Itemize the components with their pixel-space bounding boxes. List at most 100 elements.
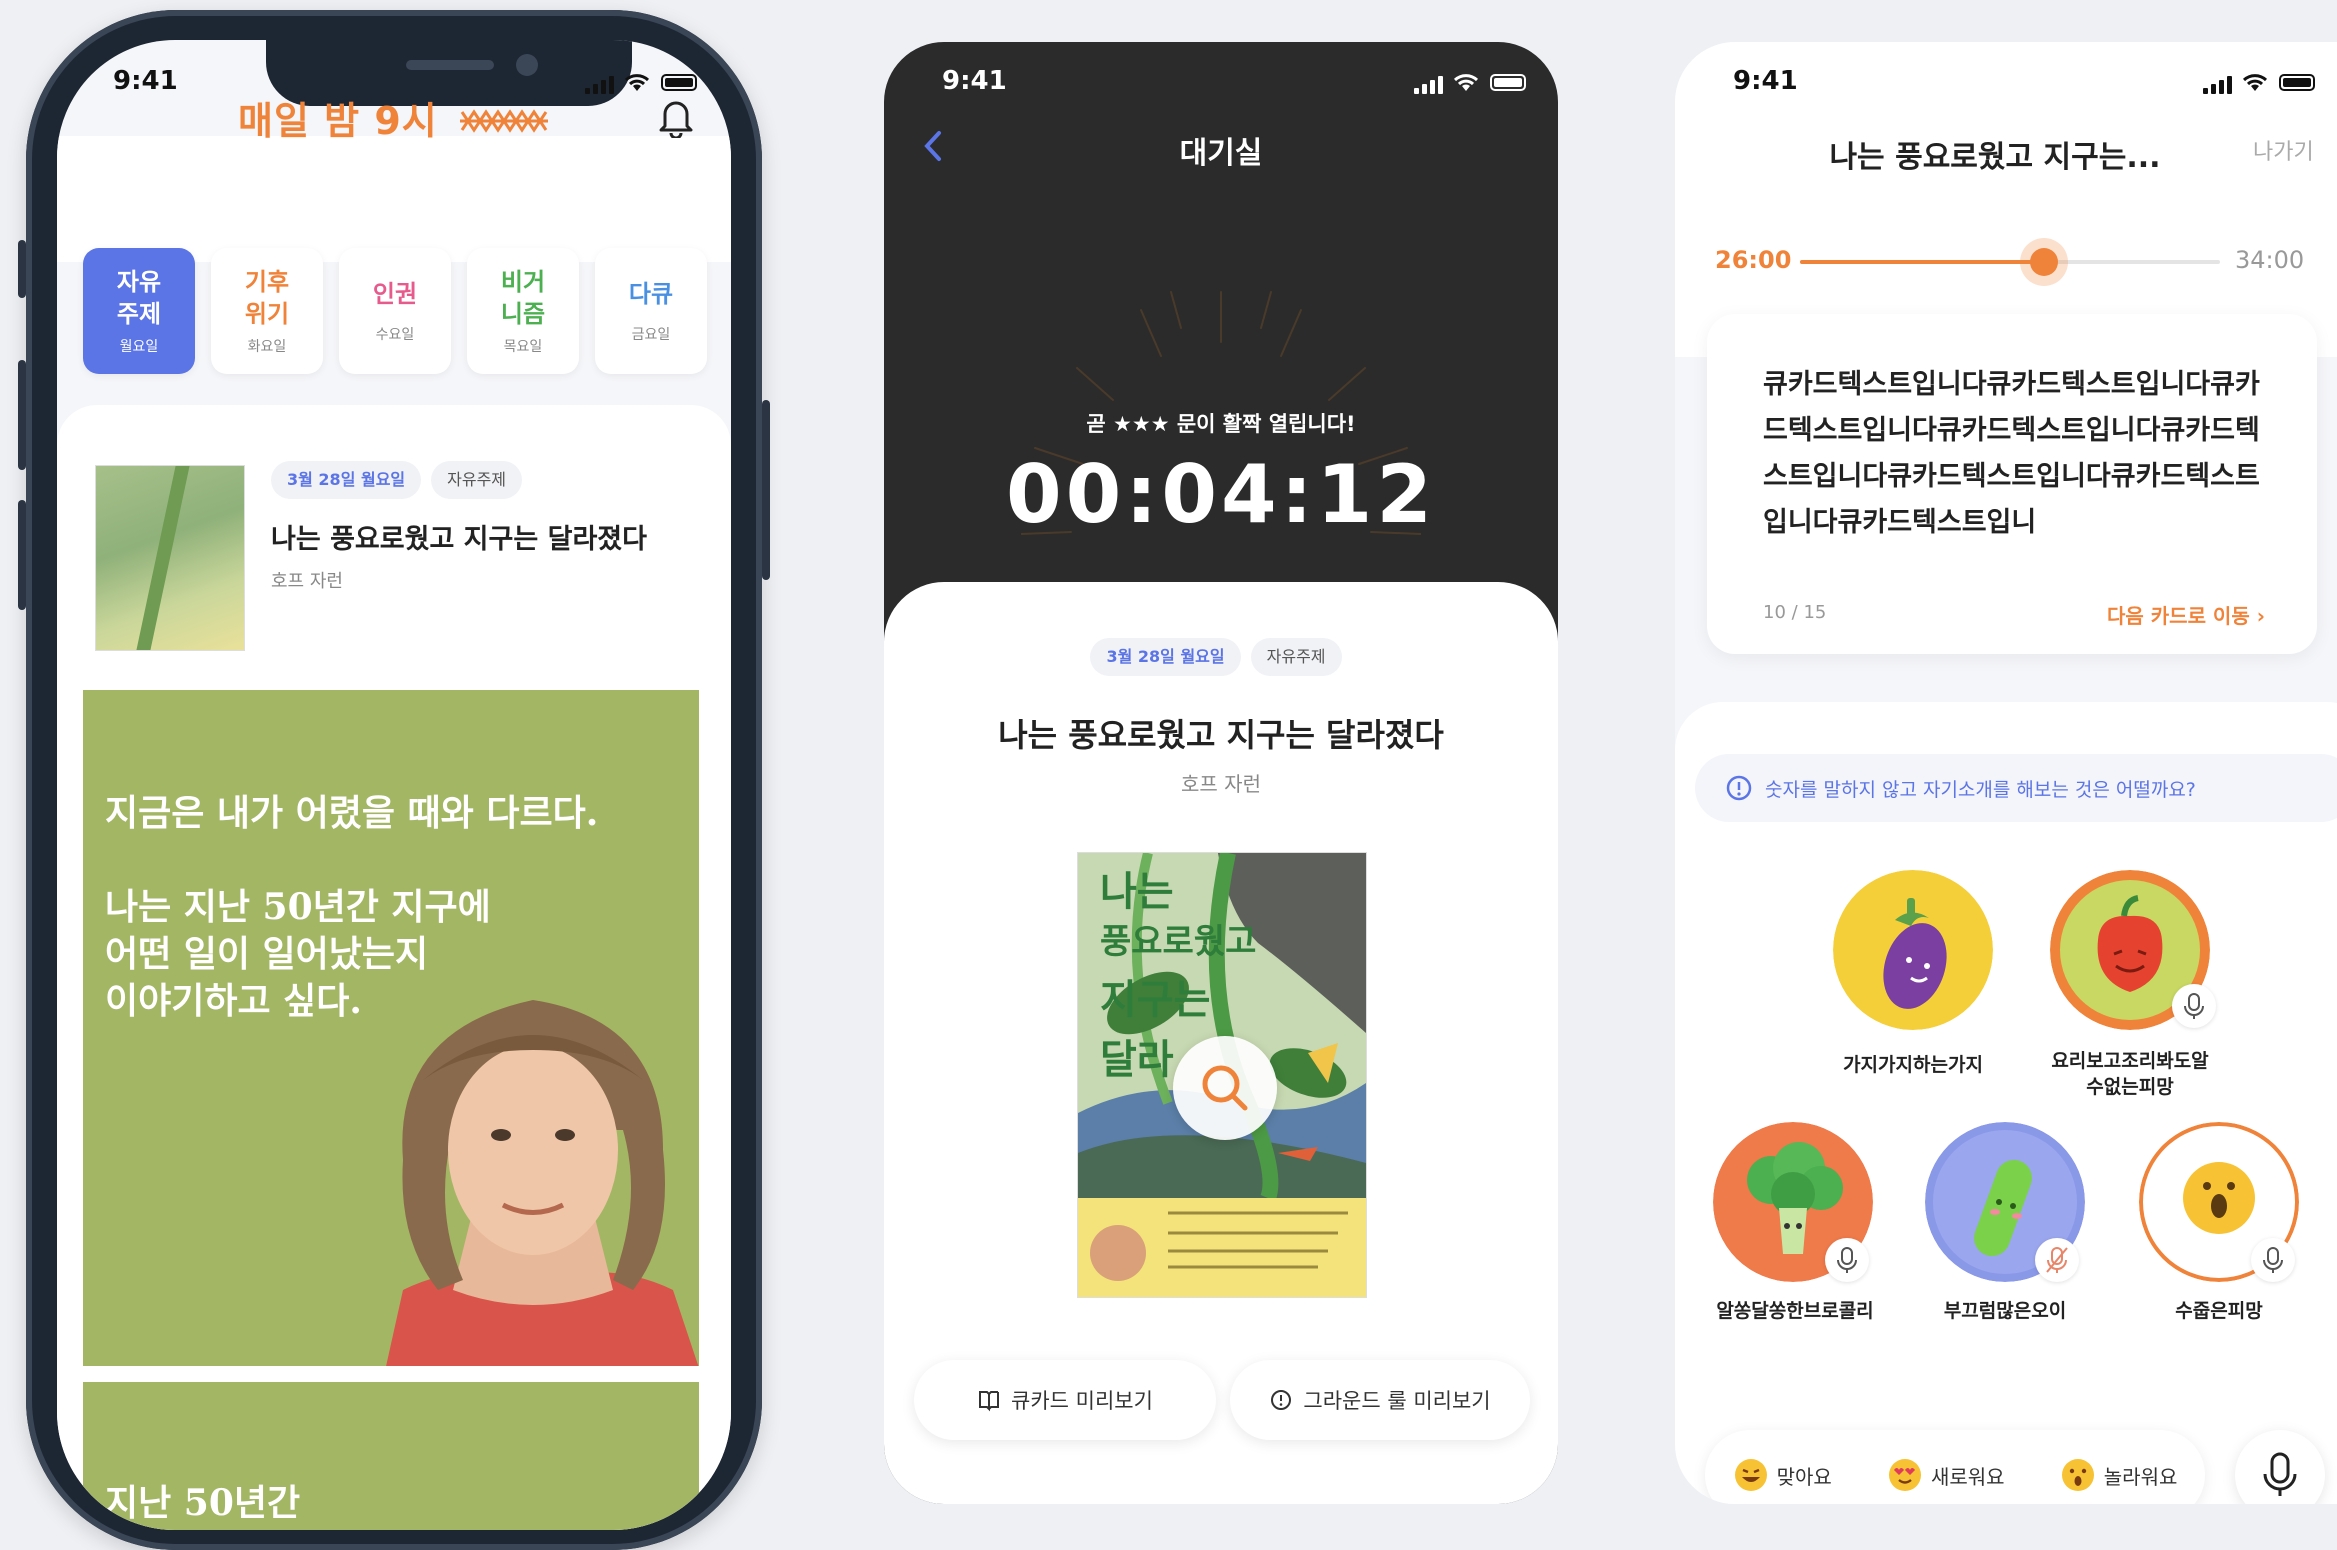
wifi-icon xyxy=(1453,74,1479,91)
tab-human-rights[interactable]: 인권 수요일 xyxy=(339,248,451,374)
reaction-new-button[interactable]: 새로워요 xyxy=(1887,1457,2005,1493)
quote-card-2[interactable]: 지난 50년간 xyxy=(83,1382,699,1530)
participant-pepper[interactable]: 요리보고조리봐도알 수없는피망 xyxy=(2025,870,2235,1100)
tab-title: 비거 니즘 xyxy=(500,268,546,328)
next-card-button[interactable]: 다음 카드로 이동 › xyxy=(2107,600,2265,629)
home-screen: 9:41 매일 밤 9시 자유 주제 월요일 기후 위기 화요일 인권 수요일 … xyxy=(57,40,731,1530)
book-author: 호프 자런 xyxy=(271,571,343,592)
wifi-icon xyxy=(2242,74,2268,91)
signal-icon xyxy=(1414,74,1443,94)
microphone-icon xyxy=(2263,1247,2283,1273)
tab-day: 목요일 xyxy=(503,339,543,355)
waiting-room-screen: 9:41 대기실 곧 ★★★ 문이 활짝 열립니다! 00:04:12 3월 2… xyxy=(884,42,1558,1504)
tab-climate-crisis[interactable]: 기후 위기 화요일 xyxy=(211,248,323,374)
ground-rule-preview-button[interactable]: 그라운드 룰 미리보기 xyxy=(1230,1360,1530,1440)
book-author: 호프 자런 xyxy=(1181,772,1261,796)
zoom-button[interactable] xyxy=(1173,1036,1277,1140)
button-label: 그라운드 룰 미리보기 xyxy=(1303,1389,1491,1413)
date-tag: 3월 28일 월요일 xyxy=(271,461,422,499)
tab-title: 자유 주제 xyxy=(116,268,162,328)
progress-fill xyxy=(1800,260,2044,264)
volume-up-button xyxy=(18,360,26,470)
reaction-agree-button[interactable]: 맞아요 xyxy=(1733,1457,1832,1493)
mic-badge xyxy=(2251,1238,2295,1282)
hint-text: 숫자를 말하지 않고 자기소개를 해보는 것은 어떨까요? xyxy=(1765,778,2196,801)
power-button xyxy=(762,400,770,580)
tab-day: 월요일 xyxy=(119,339,159,355)
tab-free-topic[interactable]: 자유 주제 월요일 xyxy=(83,248,195,374)
progress-track xyxy=(1800,248,2220,276)
status-time: 9:41 xyxy=(942,66,1007,96)
participant-name: 알쏭달쏭한브로콜리 xyxy=(1716,1300,1874,1322)
microphone-toggle-button[interactable] xyxy=(2235,1430,2325,1504)
participants-panel: 숫자를 말하지 않고 자기소개를 해보는 것은 어떨까요? 가지가지하는가지 요… xyxy=(1675,702,2337,1504)
participant-shy-pepper[interactable]: 수줍은피망 xyxy=(2129,1122,2309,1324)
exit-button[interactable]: 나가기 xyxy=(2253,134,2314,166)
participant-cucumber[interactable]: 부끄럼많은오이 xyxy=(1915,1122,2095,1324)
tab-title: 기후 위기 xyxy=(244,268,290,328)
book-open-icon xyxy=(979,1391,1000,1412)
quote-card[interactable]: 지금은 내가 어렸을 때와 다르다. 나는 지난 50년간 지구에 어떤 일이 … xyxy=(83,690,699,1366)
front-camera xyxy=(516,54,538,76)
card-index: 10 xyxy=(1763,602,1786,623)
info-icon xyxy=(1271,1390,1292,1410)
page-title: 대기실 xyxy=(1179,136,1263,171)
home-header xyxy=(57,136,731,262)
reaction-bar: 맞아요 새로워요 놀라워요 xyxy=(1705,1430,2205,1504)
mic-badge xyxy=(2172,984,2216,1028)
author-photo xyxy=(386,1000,699,1366)
countdown-subtitle: 곧 ★★★ 문이 활짝 열립니다! xyxy=(1086,412,1356,436)
tab-veganism[interactable]: 비거 니즘 목요일 xyxy=(467,248,579,374)
book-tags: 3월 28일 월요일 자유주제 xyxy=(271,461,532,499)
bell-icon[interactable] xyxy=(657,96,695,138)
participant-broccoli[interactable]: 알쏭달쏭한브로콜리 xyxy=(1705,1122,1885,1324)
svg-text:풍요로웠고: 풍요로웠고 xyxy=(1100,922,1256,962)
battery-icon xyxy=(1490,74,1526,91)
book-cover-thumbnail[interactable] xyxy=(95,465,245,651)
book-tags: 3월 28일 월요일 자유주제 xyxy=(884,638,1558,676)
countdown-timer: 00:04:12 xyxy=(1006,448,1436,541)
status-time: 9:41 xyxy=(1733,66,1798,96)
card-counter: 10 / 15 xyxy=(1763,602,1826,623)
talk-room-screen: 9:41 나는 풍요로웠고 지구는... 나가기 26:00 34:00 큐카드… xyxy=(1675,42,2337,1504)
microphone-icon xyxy=(2184,993,2204,1019)
stars-logo-icon xyxy=(459,109,548,133)
book-cover[interactable]: 나는 풍요로웠고 지구는 달라 xyxy=(1077,852,1367,1298)
room-title: 나는 풍요로웠고 지구는... xyxy=(1829,140,2161,175)
progress-knob[interactable] xyxy=(2029,248,2058,276)
reaction-label: 놀라워요 xyxy=(2103,1464,2178,1489)
elapsed-time: 26:00 xyxy=(1715,246,1792,274)
category-tag: 자유주제 xyxy=(1250,638,1342,676)
reaction-label: 새로워요 xyxy=(1930,1464,2005,1489)
tab-day: 금요일 xyxy=(631,327,671,343)
battery-icon xyxy=(661,74,697,91)
next-card-label: 다음 카드로 이동 xyxy=(2107,604,2250,628)
category-tag: 자유주제 xyxy=(431,461,523,499)
battery-icon xyxy=(2279,74,2315,91)
tab-title: 다큐 xyxy=(628,280,674,308)
card-slash: / xyxy=(1791,602,1798,623)
book-title[interactable]: 나는 풍요로웠고 지구는 달라졌다 xyxy=(271,517,647,556)
tab-documentary[interactable]: 다큐 금요일 xyxy=(595,248,707,374)
total-time: 34:00 xyxy=(2235,246,2305,274)
mic-badge xyxy=(1825,1238,1869,1282)
eggplant-icon xyxy=(1833,870,1993,1030)
svg-text:지구는: 지구는 xyxy=(1100,977,1210,1023)
button-label: 큐카드 미리보기 xyxy=(1011,1389,1153,1413)
signal-icon xyxy=(2203,74,2232,94)
svg-text:나는: 나는 xyxy=(1100,869,1174,915)
participant-eggplant[interactable]: 가지가지하는가지 xyxy=(1825,870,2001,1078)
tab-day: 화요일 xyxy=(247,339,287,355)
svg-text:달라: 달라 xyxy=(1100,1037,1174,1083)
book-title: 나는 풍요로웠고 지구는 달라졌다 xyxy=(998,716,1444,754)
reaction-label: 맞아요 xyxy=(1776,1464,1832,1489)
wifi-icon xyxy=(624,74,650,91)
mute-switch xyxy=(18,240,26,298)
cue-card-preview-button[interactable]: 큐카드 미리보기 xyxy=(914,1360,1216,1440)
date-tag: 3월 28일 월요일 xyxy=(1090,638,1241,676)
microphone-muted-icon xyxy=(2046,1247,2068,1273)
participant-name: 요리보고조리봐도알 수없는피망 xyxy=(2051,1050,2209,1098)
reaction-surprised-button[interactable]: 놀라워요 xyxy=(2060,1457,2178,1493)
hint-banner: 숫자를 말하지 않고 자기소개를 해보는 것은 어떨까요? xyxy=(1695,754,2337,822)
microphone-icon xyxy=(1837,1247,1857,1273)
